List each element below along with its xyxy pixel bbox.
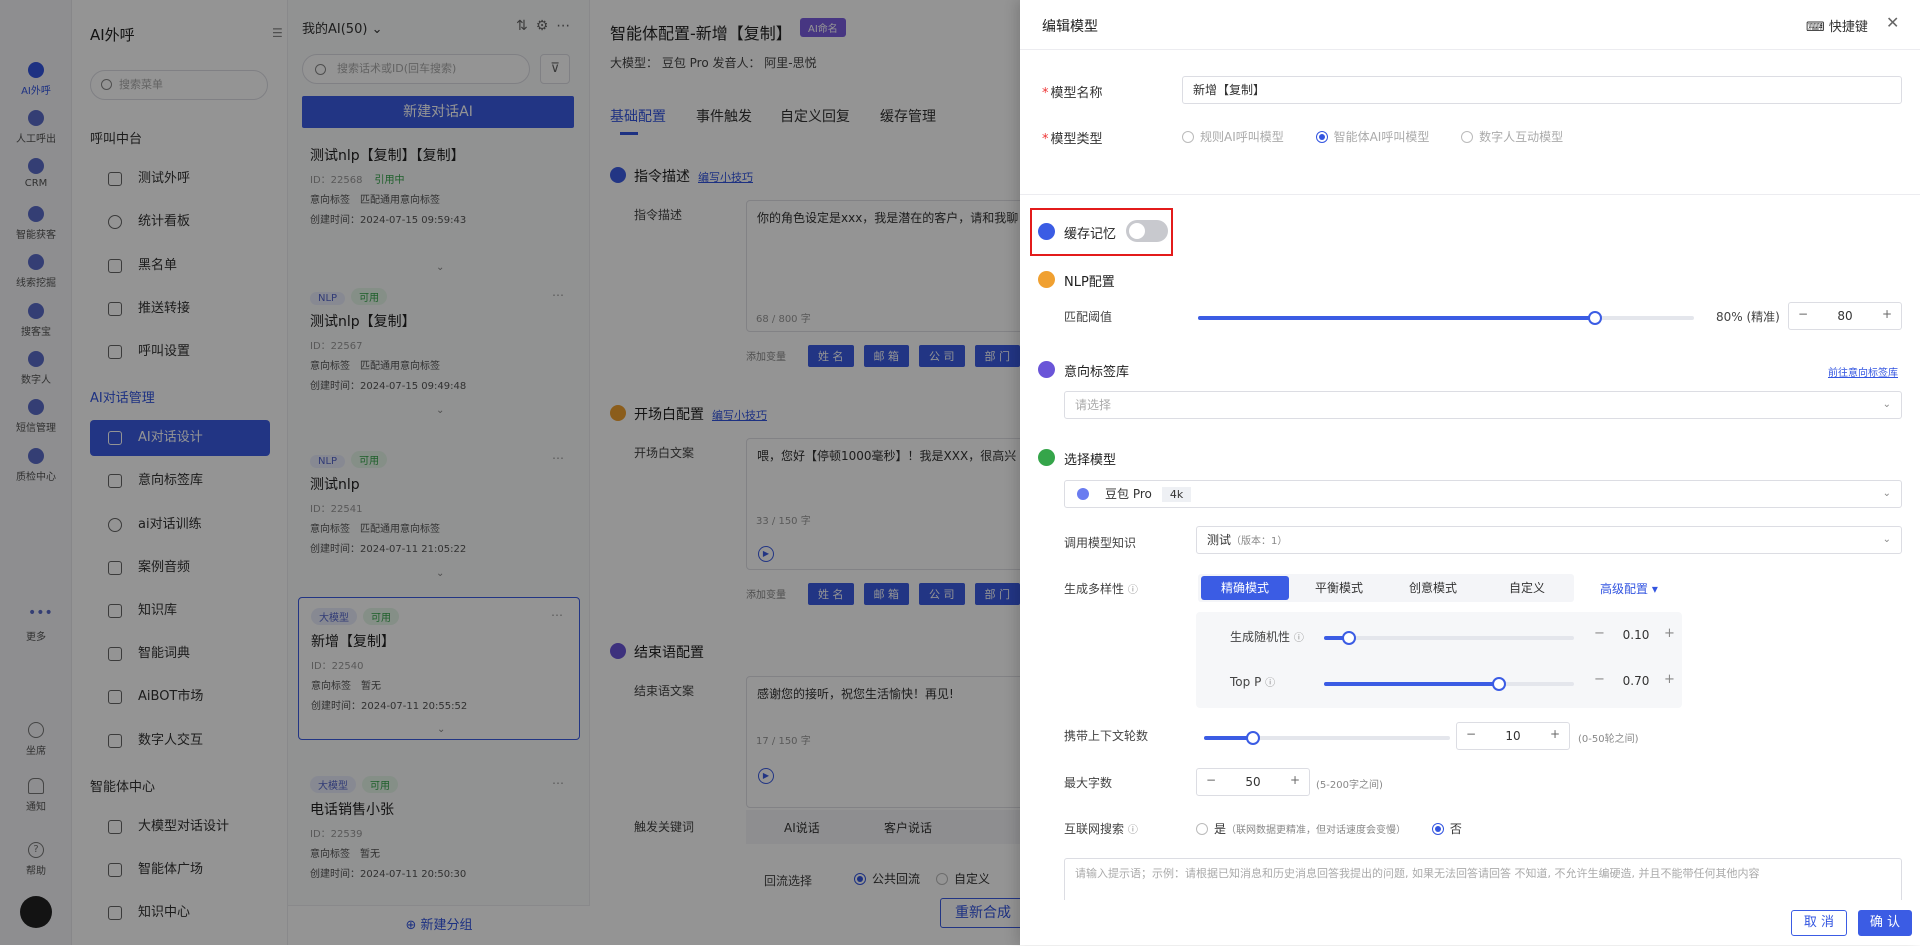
context-rounds-slider[interactable] bbox=[1204, 731, 1450, 745]
chevron-down-icon: ⌄ bbox=[1882, 488, 1891, 499]
mode-precise[interactable]: 精确模式 bbox=[1201, 576, 1289, 600]
drawer-title: 编辑模型 bbox=[1042, 19, 1098, 35]
select-model-label: 选择模型 bbox=[1038, 449, 1116, 468]
mode-custom[interactable]: 自定义 bbox=[1483, 576, 1571, 600]
max-chars-stepper[interactable]: −50 + bbox=[1196, 768, 1310, 796]
doubao-icon bbox=[1077, 488, 1089, 500]
match-knob[interactable] bbox=[1587, 311, 1602, 325]
rand-knob[interactable] bbox=[1342, 631, 1356, 645]
randomness-slider[interactable] bbox=[1324, 631, 1574, 645]
advanced-params: 生成随机性 ⓘ − 0.10 + Top P ⓘ − 0.70 + bbox=[1196, 612, 1682, 708]
knowledge-select[interactable]: 测试（版本：1） ⌄ bbox=[1196, 526, 1902, 554]
type-rule-radio[interactable] bbox=[1182, 131, 1194, 143]
top-p-slider[interactable] bbox=[1324, 677, 1574, 691]
minus-icon[interactable]: − bbox=[1594, 626, 1605, 641]
match-stepper[interactable]: −80 + bbox=[1788, 302, 1902, 330]
diversity-segmented: 精确模式 平衡模式 创意模式 自定义 bbox=[1198, 574, 1574, 602]
memory-icon bbox=[1038, 223, 1055, 240]
hotkey-button[interactable]: ⌨ 快捷键 bbox=[1806, 16, 1868, 35]
cache-memory-label: 缓存记忆 bbox=[1038, 223, 1116, 242]
mode-creative[interactable]: 创意模式 bbox=[1389, 576, 1477, 600]
plus-icon[interactable]: + bbox=[1664, 672, 1675, 687]
topp-knob[interactable] bbox=[1492, 677, 1506, 691]
confirm-button[interactable]: 确 认 bbox=[1858, 910, 1912, 936]
nlp-icon bbox=[1038, 271, 1055, 288]
plus-icon[interactable]: + bbox=[1877, 307, 1897, 321]
model-name-input[interactable]: 新增【复制】 bbox=[1182, 76, 1902, 104]
chevron-down-icon: ⌄ bbox=[1882, 534, 1891, 545]
close-icon[interactable]: ✕ bbox=[1886, 13, 1899, 32]
model-select[interactable]: 豆包 Pro 4k ⌄ bbox=[1064, 480, 1902, 508]
modal-overlay[interactable] bbox=[0, 0, 1020, 945]
keyboard-icon: ⌨ bbox=[1806, 20, 1825, 35]
edit-model-drawer: 编辑模型 ⌨ 快捷键 ✕ * 模型名称 新增【复制】 * 模型类型 规则AI呼叫模型… bbox=[1020, 0, 1920, 945]
info-icon[interactable]: ⓘ bbox=[1128, 585, 1138, 596]
cache-memory-toggle[interactable] bbox=[1126, 220, 1168, 242]
plus-icon[interactable]: + bbox=[1664, 626, 1675, 641]
chevron-down-icon: ⌄ bbox=[1882, 399, 1891, 410]
match-fill bbox=[1198, 316, 1595, 320]
type-agent-radio[interactable] bbox=[1315, 131, 1328, 143]
web-search-yes-radio[interactable] bbox=[1196, 823, 1208, 835]
info-icon[interactable]: ⓘ bbox=[1128, 825, 1138, 836]
intent-select[interactable]: 请选择 ⌄ bbox=[1064, 391, 1902, 419]
topp-fill bbox=[1324, 682, 1499, 686]
type-digital-radio[interactable] bbox=[1461, 131, 1474, 143]
intent-library-label: 意向标签库 bbox=[1038, 361, 1129, 380]
mode-balanced[interactable]: 平衡模式 bbox=[1295, 576, 1383, 600]
match-threshold-slider[interactable] bbox=[1198, 311, 1694, 325]
nlp-config-label: NLP配置 bbox=[1038, 271, 1115, 290]
info-icon[interactable]: ⓘ bbox=[1294, 633, 1304, 644]
web-search-no-radio[interactable] bbox=[1431, 823, 1444, 835]
minus-icon[interactable]: − bbox=[1594, 672, 1605, 687]
advanced-config-toggle[interactable]: 高级配置 ▾ bbox=[1600, 580, 1658, 597]
info-icon[interactable]: ⓘ bbox=[1265, 678, 1275, 689]
model-icon bbox=[1038, 449, 1055, 466]
goto-intent-link[interactable]: 前往意向标签库 bbox=[1828, 364, 1898, 379]
plus-icon[interactable]: + bbox=[1545, 727, 1565, 741]
plus-icon[interactable]: + bbox=[1285, 773, 1305, 787]
ctx-knob[interactable] bbox=[1246, 731, 1261, 745]
context-stepper[interactable]: −10 + bbox=[1456, 722, 1570, 750]
cancel-button[interactable]: 取 消 bbox=[1791, 910, 1847, 936]
tag-icon bbox=[1038, 361, 1055, 378]
model-type-radios: 规则AI呼叫模型 智能体AI呼叫模型 数字人互动模型 bbox=[1182, 128, 1591, 145]
